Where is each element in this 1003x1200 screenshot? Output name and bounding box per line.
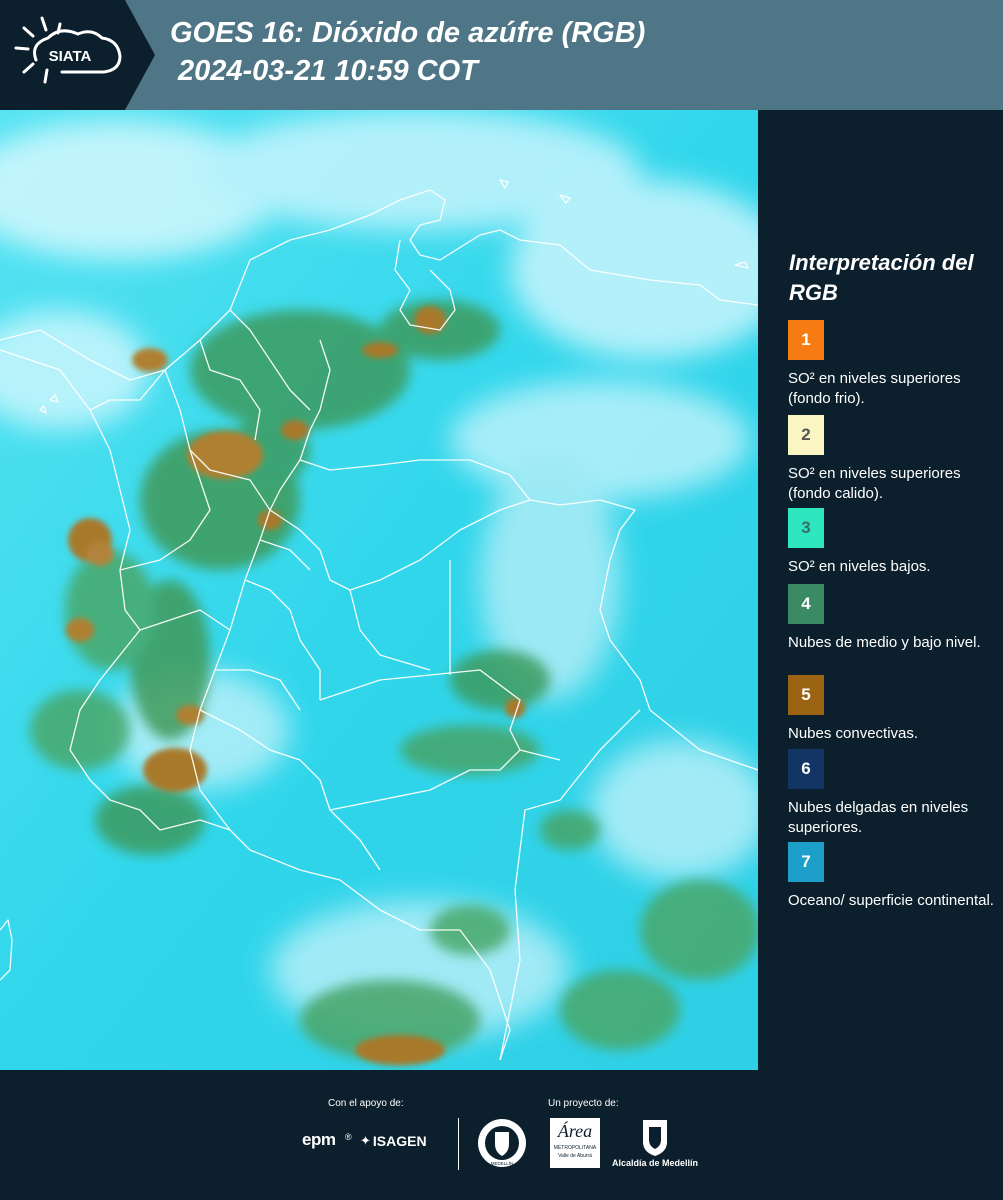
- footer: Con el apoyo de: Un proyecto de: epm ® ✦…: [0, 1070, 1003, 1200]
- legend-label-2: SO² en niveles superiores (fondo calido)…: [788, 465, 961, 502]
- legend-swatch-6: 6: [788, 749, 824, 789]
- legend-label-6: Nubes delgadas en niveles superiores.: [788, 799, 969, 836]
- isagen-mark-icon: ✦: [360, 1133, 371, 1148]
- alcaldia-text: Alcaldía de Medellín: [612, 1158, 699, 1168]
- logo-text: SIATA: [49, 48, 92, 65]
- legend-item-7: 7 Oceano/ superficie continental.: [788, 842, 998, 911]
- legend-panel: Interpretación del RGB 1 SO² en niveles …: [758, 110, 1003, 1070]
- legend-label-3: SO² en niveles bajos.: [788, 558, 931, 575]
- isagen-text: ISAGEN: [372, 1133, 427, 1149]
- title-line-1: GOES 16: Dióxido de azúfre (RGB): [170, 17, 646, 49]
- legend-label-7: Oceano/ superficie continental.: [788, 892, 994, 909]
- legend-swatch-2: 2: [788, 415, 824, 455]
- legend-swatch-4: 4: [788, 584, 824, 624]
- title-line-2: 2024-03-21 10:59 COT: [178, 55, 478, 87]
- legend-swatch-5: 5: [788, 675, 824, 715]
- medellin-seal: MEDELLÍN: [477, 1118, 527, 1168]
- legend-swatch-7: 7: [788, 842, 824, 882]
- legend-item-2: 2 SO² en niveles superiores (fondo calid…: [788, 415, 998, 504]
- legend-item-1: 1 SO² en niveles superiores (fondo frio)…: [788, 320, 998, 409]
- siata-logo: SIATA: [0, 0, 155, 110]
- satellite-map: [0, 110, 758, 1070]
- legend-swatch-3: 3: [788, 508, 824, 548]
- isagen-logo: ✦ ISAGEN: [360, 1133, 427, 1149]
- header: SIATA GOES 16: Dióxido de azúfre (RGB) 2…: [0, 0, 1003, 110]
- alcaldia-shield-icon: [640, 1118, 670, 1158]
- legend-label-5: Nubes convectivas.: [788, 725, 919, 742]
- legend-item-3: 3 SO² en niveles bajos.: [788, 508, 998, 577]
- legend-item-6: 6 Nubes delgadas en niveles superiores.: [788, 749, 998, 838]
- legend-label-4: Nubes de medio y bajo nivel.: [788, 634, 981, 651]
- legend-item-5: 5 Nubes convectivas.: [788, 675, 998, 744]
- legend-swatch-1: 1: [788, 320, 824, 360]
- legend-item-4: 4 Nubes de medio y bajo nivel.: [788, 584, 998, 653]
- registered-mark: ®: [345, 1132, 352, 1142]
- area-metropolitana-logo: Área METROPOLITANA Valle de Aburrá: [550, 1118, 600, 1168]
- legend-label-1: SO² en niveles superiores (fondo frio).: [788, 370, 961, 407]
- svg-text:MEDELLÍN: MEDELLÍN: [491, 1160, 514, 1166]
- project-label: Un proyecto de:: [548, 1098, 619, 1109]
- footer-divider: [458, 1118, 459, 1170]
- support-label: Con el apoyo de:: [328, 1098, 404, 1109]
- page-title: GOES 16: Dióxido de azúfre (RGB) 2024-03…: [170, 14, 645, 90]
- epm-logo: epm: [302, 1130, 336, 1149]
- legend-title: Interpretación del RGB: [789, 250, 974, 305]
